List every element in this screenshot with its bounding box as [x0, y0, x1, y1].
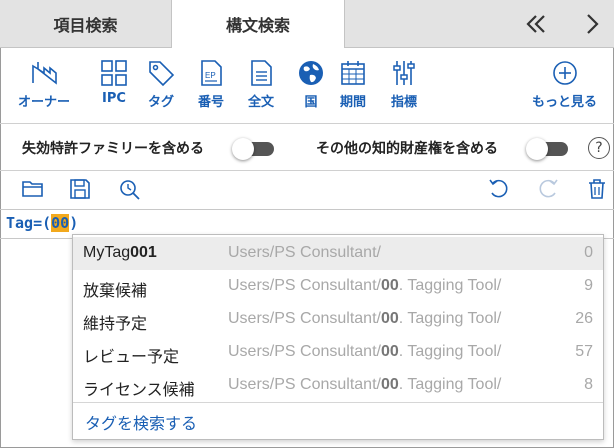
other-ip-toggle[interactable]: [526, 138, 570, 160]
autocomplete-item[interactable]: 維持予定 Users/PS Consultant/00. Tagging Too…: [73, 303, 603, 336]
tab-bar: 項目検索 構文検索: [0, 0, 614, 48]
tag-count: 9: [584, 277, 593, 294]
tag-name: 放棄候補: [83, 283, 148, 300]
autocomplete-item[interactable]: MyTag001 Users/PS Consultant/ 0: [73, 237, 603, 270]
tag-autocomplete-dropdown: MyTag001 Users/PS Consultant/ 0 放棄候補 Use…: [72, 234, 604, 440]
tab-syntax-search[interactable]: 構文検索: [172, 0, 344, 48]
toolbar-more-button[interactable]: もっと見る: [532, 58, 597, 114]
tag-count: 26: [575, 310, 593, 327]
toolbar-period-label: 期間: [339, 95, 366, 110]
tag-count: 57: [575, 343, 593, 360]
toolbar-indicator-button[interactable]: 指標: [389, 58, 419, 114]
expired-family-toggle[interactable]: [232, 138, 276, 160]
toolbar-tag-label: タグ: [147, 95, 174, 110]
save-icon[interactable]: [67, 176, 93, 202]
tag-count: 8: [584, 376, 593, 393]
redo-icon[interactable]: [535, 176, 561, 202]
field-toolbar: オーナー IPC タグ EP 番号 全文 国 期間 指標 もっと見る: [0, 58, 614, 114]
document-icon: [251, 60, 272, 86]
toolbar-fulltext-label: 全文: [247, 95, 274, 110]
toolbar-fulltext-button[interactable]: 全文: [246, 58, 276, 114]
svg-text:EP: EP: [205, 71, 216, 80]
toggle-knob: [232, 138, 254, 160]
toolbar-ipc-label: IPC: [102, 91, 126, 106]
tag-icon: [149, 61, 175, 87]
toolbar-owner-label: オーナー: [18, 95, 71, 110]
tag-path: Users/PS Consultant/00. Tagging Tool/: [228, 310, 502, 327]
sliders-icon: [393, 61, 415, 85]
history-search-icon[interactable]: [116, 176, 142, 202]
toolbar-country-button[interactable]: 国: [296, 58, 326, 114]
tab-item-search[interactable]: 項目検索: [0, 0, 172, 48]
expired-family-label: 失効特許ファミリーを含める: [22, 141, 204, 157]
query-text: Tag=(00): [6, 214, 78, 232]
autocomplete-item[interactable]: ライセンス候補 Users/PS Consultant/00. Tagging …: [73, 369, 603, 402]
tag-name: 維持予定: [83, 316, 148, 333]
toolbar-owner-button[interactable]: オーナー: [18, 58, 70, 114]
toolbar-ipc-button[interactable]: IPC: [99, 58, 129, 114]
tag-name: レビュー予定: [83, 349, 180, 366]
tag-count: 0: [584, 244, 593, 261]
trash-icon[interactable]: [584, 176, 610, 202]
toolbar-country-label: 国: [304, 95, 318, 110]
toolbar-more-label: もっと見る: [532, 95, 598, 110]
search-tags-link[interactable]: タグを検索する: [85, 410, 197, 434]
query-prefix: Tag=(: [6, 214, 52, 232]
tag-path: Users/PS Consultant/00. Tagging Tool/: [228, 376, 502, 393]
plus-circle-icon: [552, 61, 577, 85]
query-highlight: 00: [51, 214, 70, 232]
toolbar-indicator-label: 指標: [390, 95, 417, 110]
chevron-right-icon[interactable]: [578, 10, 606, 38]
toggle-knob: [526, 138, 548, 160]
tab-nav-area: [344, 0, 614, 48]
toolbar-tag-button[interactable]: タグ: [146, 58, 176, 114]
tag-path: Users/PS Consultant/00. Tagging Tool/: [228, 277, 502, 294]
tag-path: Users/PS Consultant/00. Tagging Tool/: [228, 343, 502, 360]
tag-name: ライセンス候補: [83, 382, 195, 399]
dropdown-divider: [73, 402, 603, 403]
open-folder-icon[interactable]: [20, 176, 46, 202]
divider: [0, 170, 614, 171]
other-ip-label: その他の知的財産権を含める: [316, 141, 498, 157]
toolbar-number-button[interactable]: EP 番号: [196, 58, 226, 114]
query-suffix: ): [69, 214, 79, 232]
toolbar-number-label: 番号: [197, 95, 224, 110]
tag-name: MyTag001: [83, 244, 157, 261]
factory-icon: [32, 62, 57, 85]
undo-icon[interactable]: [486, 176, 512, 202]
divider: [0, 123, 614, 124]
autocomplete-item[interactable]: レビュー予定 Users/PS Consultant/00. Tagging T…: [73, 336, 603, 369]
calendar-icon: [341, 61, 365, 85]
double-chevron-left-icon[interactable]: [522, 10, 550, 38]
autocomplete-item[interactable]: 放棄候補 Users/PS Consultant/00. Tagging Too…: [73, 270, 603, 303]
globe-icon: [299, 61, 323, 85]
help-icon[interactable]: ?: [588, 137, 610, 159]
ep-document-icon: EP: [201, 60, 222, 86]
tag-path: Users/PS Consultant/: [228, 244, 381, 261]
grid-icon: [101, 60, 127, 86]
toolbar-period-button[interactable]: 期間: [338, 58, 368, 114]
